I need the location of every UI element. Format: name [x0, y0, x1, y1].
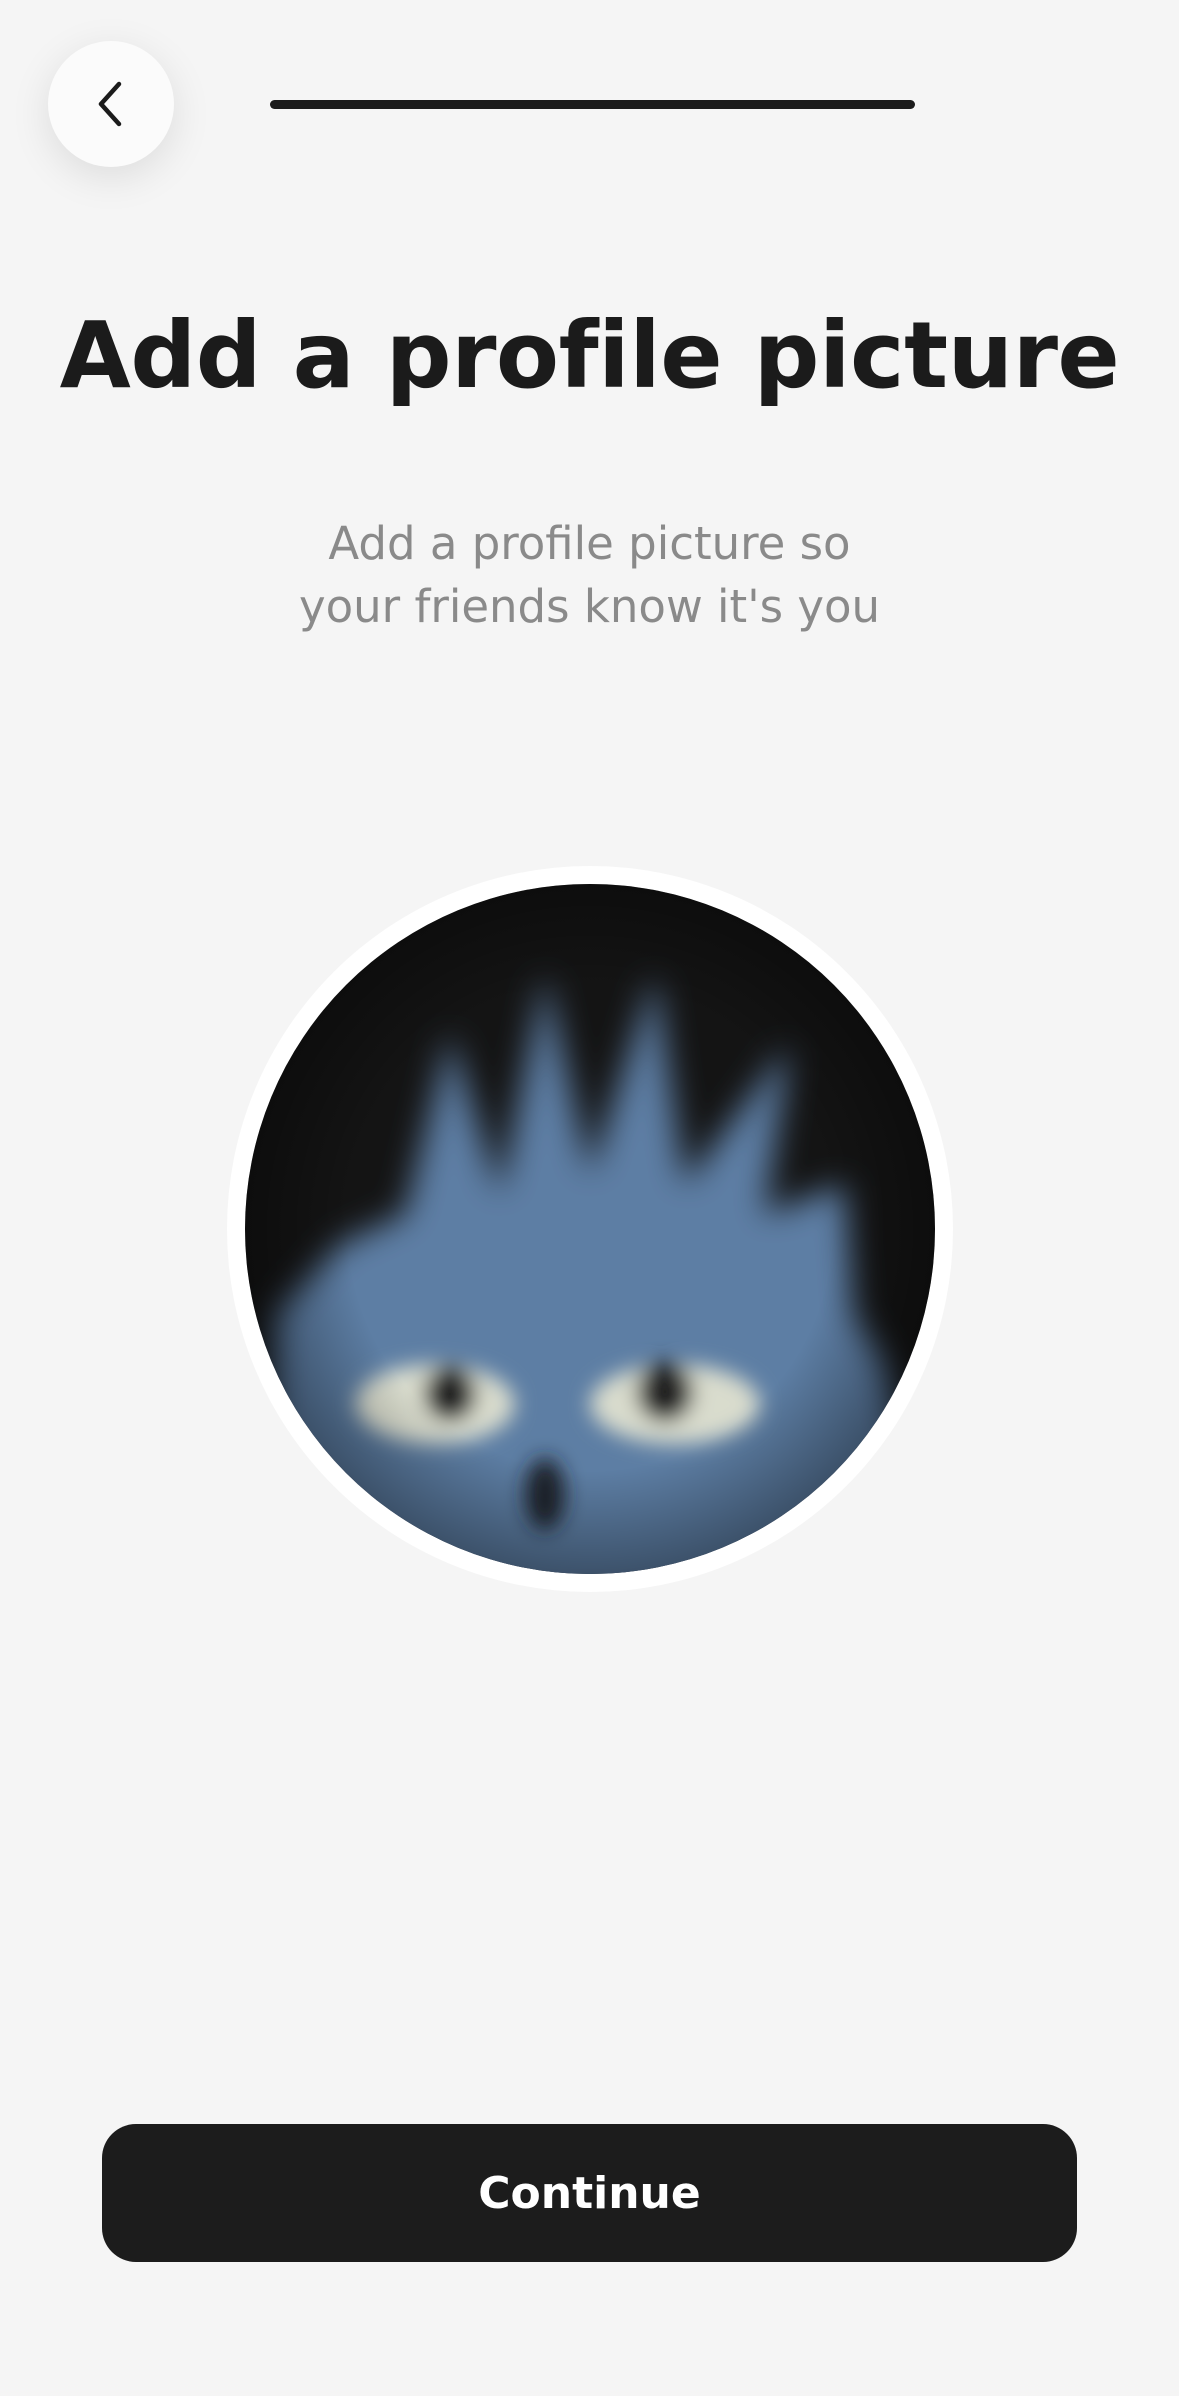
chevron-left-icon [98, 81, 122, 127]
page-title: Add a profile picture [59, 302, 1120, 409]
profile-picture-picker[interactable] [245, 884, 935, 1574]
page-subtitle: Add a profile picture so your friends kn… [240, 512, 939, 638]
avatar-image [245, 884, 935, 1574]
continue-button[interactable]: Continue [102, 2124, 1077, 2262]
back-button[interactable] [48, 41, 174, 167]
subtitle-line-1: Add a profile picture so [328, 517, 851, 570]
subtitle-line-2: your friends know it's you [298, 580, 881, 633]
progress-bar [270, 100, 915, 109]
